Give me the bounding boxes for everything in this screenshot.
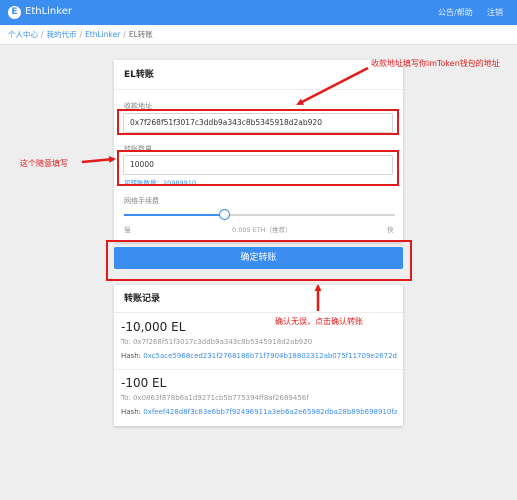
breadcrumb-separator: / <box>123 30 126 39</box>
breadcrumb: 个人中心 / 我的代币 / EthLinker / EL转账 <box>0 25 517 45</box>
fee-slider-track[interactable] <box>124 214 395 216</box>
top-bar: E EthLinker 公告/帮助 注销 <box>0 0 517 25</box>
brand-name[interactable]: EthLinker <box>25 6 72 17</box>
record-to: To: 0x0863f878b6a1d9271cb5b775394ff8af26… <box>121 394 309 402</box>
breadcrumb-ethlinker[interactable]: EthLinker <box>85 30 120 39</box>
ethlinker-logo-icon: E <box>8 6 21 19</box>
fee-slider-handle[interactable] <box>218 209 230 220</box>
record-hash: Hash: 0xc5ace5968ced231f2768186b71f7904b… <box>121 352 397 360</box>
nav-help-link[interactable]: 公告/帮助 <box>438 7 473 18</box>
record-to-label: To: <box>121 338 131 346</box>
fee-value-label: 0.005 ETH（推荐） <box>232 226 292 234</box>
record-to: To: 0x7f268f51f3017c3ddb9a343c8b5345918d… <box>121 338 312 346</box>
record-amount: -10,000 EL <box>121 320 186 334</box>
record-amount: -100 EL <box>121 376 167 390</box>
address-annotation-text: 收款地址填写你imToken钱包的地址 <box>371 59 500 68</box>
confirm-annotation-text: 确认无误，点击确认转账 <box>275 317 363 326</box>
fee-fast-label: 快 <box>387 226 394 234</box>
records-card-title: 转账记录 <box>114 285 403 313</box>
record-to-label: To: <box>121 394 131 402</box>
fee-slider-fill <box>124 214 225 216</box>
breadcrumb-current: EL转账 <box>128 30 153 39</box>
record-hash-label: Hash: <box>121 352 141 360</box>
record-hash-label: Hash: <box>121 408 141 416</box>
record-hash: Hash: 0xfeef428d8f3c83e6bb7f92496911a3eb… <box>121 408 397 416</box>
record-hash-link[interactable]: 0xfeef428d8f3c83e6bb7f92496911a3eb6a2e65… <box>143 408 397 416</box>
fee-slow-label: 慢 <box>124 226 131 234</box>
record-to-address: 0x7f268f51f3017c3ddb9a343c8b5345918d2ab9… <box>132 338 313 346</box>
breadcrumb-separator: / <box>41 30 44 39</box>
amount-annotation-text: 这个随意填写 <box>20 159 68 168</box>
confirm-highlight-box <box>106 240 412 281</box>
breadcrumb-my-tokens[interactable]: 我的代币 <box>47 30 77 39</box>
breadcrumb-separator: / <box>79 30 83 39</box>
breadcrumb-personal-center[interactable]: 个人中心 <box>8 30 38 39</box>
amount-arrow-icon <box>81 155 116 164</box>
fee-label: 网络手续费 <box>124 197 159 205</box>
transfer-card-title: EL转账 <box>114 60 403 90</box>
record-hash-link[interactable]: 0xc5ace5968ced231f2768186b71f7904b188023… <box>143 352 397 360</box>
amount-highlight-box <box>117 150 399 186</box>
record-to-address: 0x0863f878b6a1d9271cb5b775394ff8af268945… <box>132 394 309 402</box>
address-highlight-box <box>117 109 399 135</box>
nav-logout-link[interactable]: 注销 <box>487 7 503 18</box>
